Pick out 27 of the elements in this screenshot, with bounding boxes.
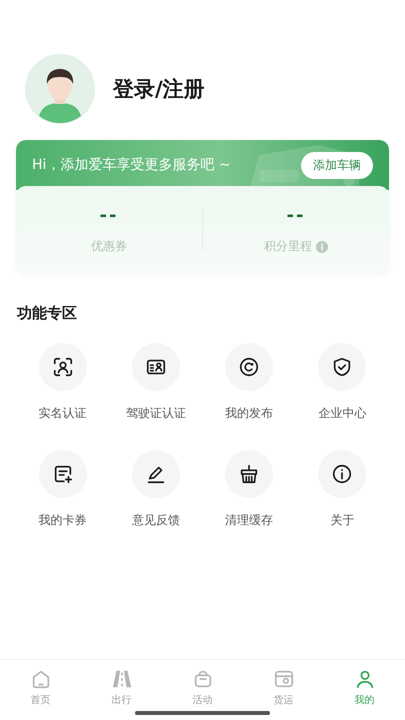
feature-label: 我的卡券 (38, 512, 87, 529)
tab[interactable]: 出行 (81, 660, 162, 718)
feature-label: 驾驶证认证 (126, 405, 186, 422)
section-title: 功能专区 (17, 304, 78, 323)
stat-label: 积分里程 (264, 238, 312, 255)
tab[interactable]: 我的 (324, 660, 405, 718)
face-scan-icon (52, 356, 74, 378)
feature-label: 关于 (330, 512, 354, 529)
circle-icon (238, 356, 260, 378)
feature-label: 意见反馈 (132, 512, 180, 529)
feature-label: 清理缓存 (225, 512, 274, 529)
feature-label: 实名认证 (38, 405, 87, 422)
login-link[interactable]: 登录/注册 (113, 75, 205, 103)
info-icon (331, 463, 354, 485)
stat-label: 优惠券 (91, 238, 127, 255)
road-icon (110, 668, 132, 690)
add-vehicle-button[interactable]: 添加车辆 (301, 152, 373, 178)
tab[interactable]: 首页 (0, 660, 81, 718)
stat-value: -- (286, 205, 306, 226)
greeting-text: Hi，添加爱车享受更多服务吧 ~ (32, 156, 231, 174)
avatar (25, 54, 95, 124)
stat-value: -- (100, 205, 118, 226)
feature-label: 我的发布 (225, 405, 274, 422)
feature-label: 企业中心 (318, 405, 366, 422)
box-search-icon (272, 668, 294, 690)
tab[interactable]: 活动 (162, 660, 243, 718)
tab[interactable]: 货运 (243, 660, 324, 718)
